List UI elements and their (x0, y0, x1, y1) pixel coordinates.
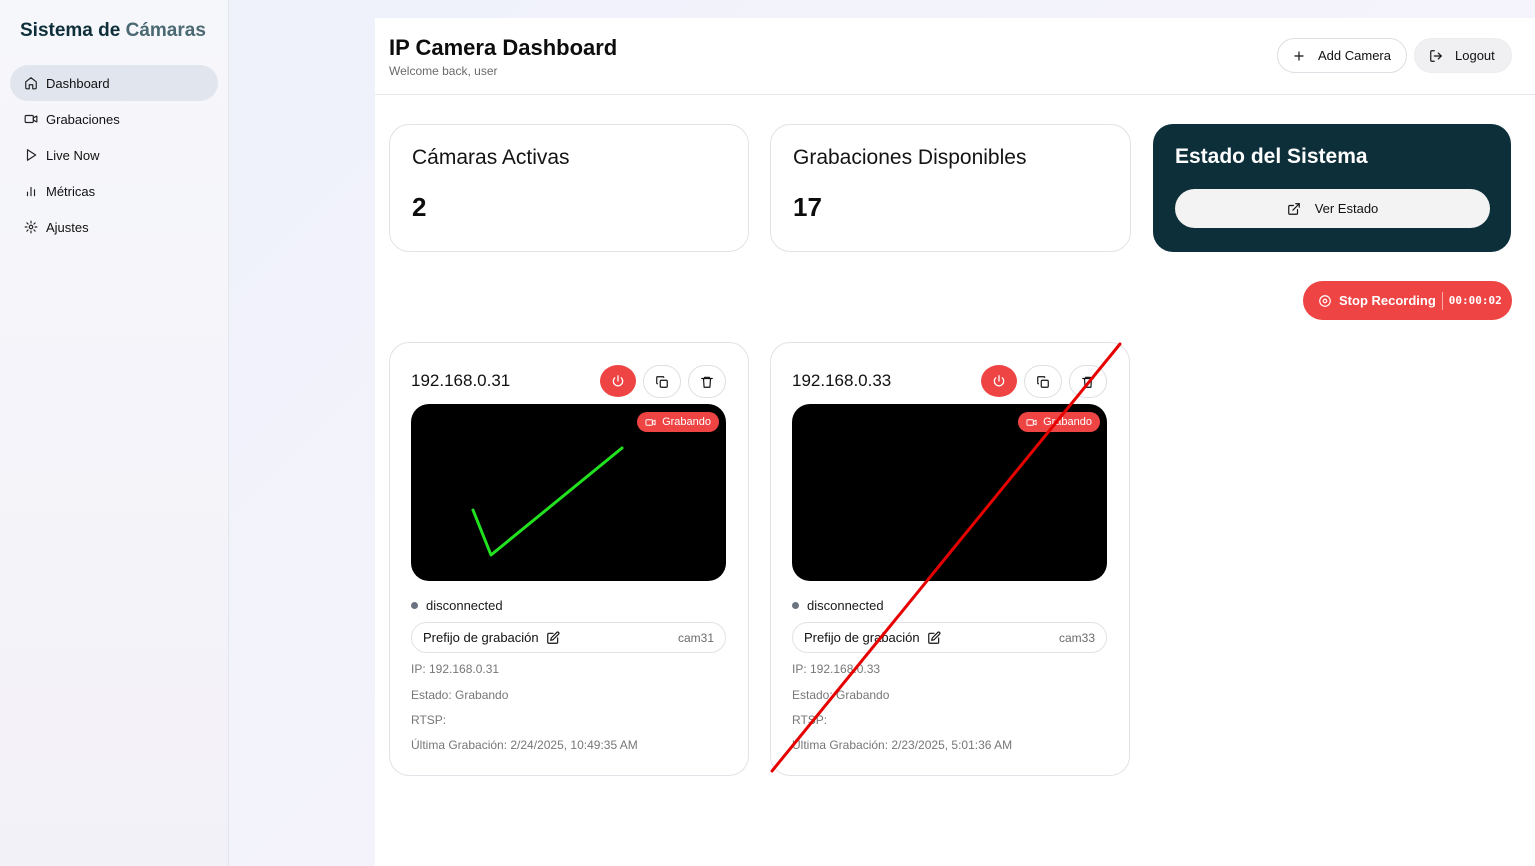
logout-icon (1430, 49, 1442, 62)
recording-prefix-value: cam31 (677, 630, 714, 645)
active-cameras-label: Cámaras Activas (412, 146, 570, 169)
camera-last-recording: Última Grabación: 2/23/2025, 5:01:36 AM (792, 738, 1013, 752)
camera-state-line: Estado: Grabando (411, 688, 509, 702)
camera-ip-line: IP: 192.168.0.31 (411, 662, 500, 676)
power-button[interactable] (600, 365, 636, 397)
system-status-card: Estado del Sistema Ver Estado (1153, 124, 1511, 252)
recordings-card: Grabaciones Disponibles 17 (770, 124, 1131, 252)
sidebar-item-metricas[interactable]: Métricas (10, 173, 218, 209)
recording-prefix-label: Prefijo de grabación (804, 630, 920, 645)
video-icon (24, 114, 38, 124)
logout-label: Logout (1455, 48, 1495, 63)
recording-prefix-value: cam33 (1058, 630, 1095, 645)
logout-button[interactable]: Logout (1414, 38, 1512, 73)
video-icon (645, 418, 656, 426)
recording-prefix-field: Prefijo de grabación cam31 (411, 622, 726, 653)
sidebar-item-dashboard[interactable]: Dashboard (10, 65, 218, 101)
sidebar-item-label: Dashboard (46, 75, 110, 91)
stop-recording-button[interactable]: Stop Recording 00:00:02 (1303, 281, 1512, 320)
main-panel: IP Camera Dashboard Welcome back, user A… (375, 18, 1535, 866)
connection-status-text: disconnected (807, 598, 884, 613)
plus-icon (1294, 50, 1304, 61)
page-header: IP Camera Dashboard Welcome back, user A… (375, 18, 1535, 95)
sidebar-item-live-now[interactable]: Live Now (10, 137, 218, 173)
sidebar-item-label: Grabaciones (46, 111, 120, 127)
camera-card: 192.168.0.31 Grabando disconnected Prefi… (389, 342, 749, 776)
recording-prefix-label: Prefijo de grabación (423, 630, 539, 645)
recording-prefix-field: Prefijo de grabación cam33 (792, 622, 1107, 653)
recording-badge-label: Grabando (1043, 416, 1092, 428)
recording-badge-label: Grabando (662, 416, 711, 428)
status-dot (792, 602, 799, 609)
active-cameras-value: 2 (412, 192, 427, 222)
external-link-icon (1287, 202, 1300, 215)
play-icon (26, 149, 37, 161)
recordings-value: 17 (793, 192, 822, 222)
connection-status: disconnected (792, 598, 884, 613)
trash-icon (1082, 376, 1094, 388)
sidebar-item-grabaciones[interactable]: Grabaciones (10, 101, 218, 137)
recording-badge: Grabando (637, 412, 719, 432)
trash-icon (701, 376, 713, 388)
camera-video-feed[interactable]: Grabando (411, 404, 726, 581)
connection-status-text: disconnected (426, 598, 503, 613)
recording-badge: Grabando (1018, 412, 1100, 432)
delete-button[interactable] (688, 365, 726, 398)
camera-state-line: Estado: Grabando (792, 688, 890, 702)
home-icon (25, 77, 37, 90)
camera-rtsp-line: RTSP: (792, 713, 828, 727)
brand-title-part2: Cámaras (125, 20, 206, 41)
edit-icon[interactable] (927, 631, 941, 645)
camera-ip-line: IP: 192.168.0.33 (792, 662, 881, 676)
divider (1441, 291, 1443, 310)
recordings-label: Grabaciones Disponibles (793, 146, 1027, 169)
sidebar-item-label: Ajustes (46, 219, 89, 235)
copy-icon (656, 375, 668, 388)
recording-timer: 00:00:02 (1448, 294, 1502, 307)
view-status-button[interactable]: Ver Estado (1175, 189, 1490, 228)
gear-icon (24, 220, 38, 234)
system-status-label: Estado del Sistema (1175, 145, 1368, 168)
status-dot (411, 602, 418, 609)
camera-card: 192.168.0.33 Grabando disconnected Prefi… (770, 342, 1130, 776)
camera-rtsp-line: RTSP: (411, 713, 447, 727)
video-icon (1026, 418, 1037, 426)
copy-button[interactable] (1024, 365, 1062, 398)
delete-button[interactable] (1069, 365, 1107, 398)
connection-status: disconnected (411, 598, 503, 613)
camera-video-feed[interactable]: Grabando (792, 404, 1107, 581)
view-status-label: Ver Estado (1314, 201, 1379, 216)
stop-recording-label: Stop Recording (1339, 293, 1436, 308)
copy-icon (1037, 375, 1049, 388)
sidebar-item-label: Live Now (46, 147, 100, 163)
power-button[interactable] (981, 365, 1017, 397)
sidebar-item-ajustes[interactable]: Ajustes (10, 209, 218, 245)
camera-last-recording: Última Grabación: 2/24/2025, 10:49:35 AM (411, 738, 638, 752)
sidebar-item-label: Métricas (46, 183, 96, 199)
edit-icon[interactable] (546, 631, 560, 645)
page-title: IP Camera Dashboard (389, 35, 618, 60)
page-subtitle: Welcome back, user (389, 64, 498, 78)
sidebar-nav: Dashboard Grabaciones Live Now Métricas … (10, 65, 218, 245)
add-camera-button[interactable]: Add Camera (1277, 38, 1407, 73)
camera-ip-title: 192.168.0.31 (411, 371, 511, 390)
power-icon (993, 375, 1005, 387)
bar-chart-icon (26, 186, 36, 197)
add-camera-label: Add Camera (1318, 48, 1391, 63)
copy-button[interactable] (643, 365, 681, 398)
camera-ip-title: 192.168.0.33 (792, 371, 892, 390)
brand-title-part1: Sistema de (20, 20, 121, 41)
brand-title: Sistema de Cámaras (20, 20, 206, 42)
active-cameras-card: Cámaras Activas 2 (389, 124, 749, 252)
sidebar: Sistema de Cámaras Dashboard Grabaciones… (0, 0, 229, 866)
power-icon (612, 375, 624, 387)
stop-circle-icon (1319, 294, 1331, 307)
